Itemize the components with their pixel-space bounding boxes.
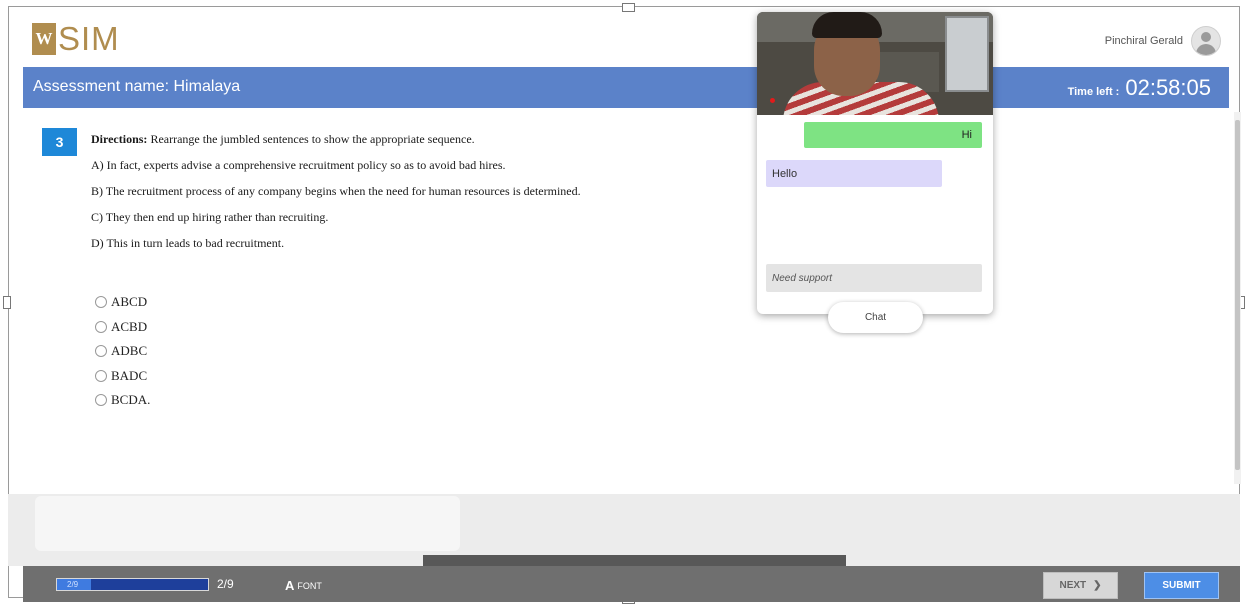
option-adbc[interactable]: ADBC	[95, 339, 150, 364]
user-profile[interactable]: Pinchiral Gerald	[1105, 26, 1221, 56]
time-left-value: 02:58:05	[1125, 75, 1211, 100]
option-acbd[interactable]: ACBD	[95, 315, 150, 340]
radio-button[interactable]	[95, 296, 107, 309]
font-size-button[interactable]: A FONT	[285, 578, 322, 593]
next-button[interactable]: NEXT ❯	[1043, 572, 1118, 599]
time-left-label: Time left :	[1067, 86, 1120, 98]
question-directions: Directions: Rearrange the jumbled senten…	[91, 133, 581, 146]
webcam-feed	[757, 12, 993, 115]
webcam-person-hair	[812, 12, 882, 38]
progress-count: 2/9	[217, 577, 234, 591]
footer-bar: 2/9 2/9 A FONT NEXT ❯ SUBMIT	[23, 566, 1240, 602]
sentence-d: D) This in turn leads to bad recruitment…	[91, 236, 285, 250]
sentence-a: A) In fact, experts advise a comprehensi…	[91, 158, 506, 172]
option-badc[interactable]: BADC	[95, 364, 150, 389]
radio-button[interactable]	[95, 394, 107, 407]
option-label: ACBD	[111, 318, 148, 334]
question-text: Directions: Rearrange the jumbled senten…	[91, 133, 581, 263]
option-bcda[interactable]: BCDA.	[95, 388, 150, 413]
chat-message-outgoing: Hi	[804, 122, 982, 148]
question-number-badge: 3	[42, 128, 77, 156]
option-label: ADBC	[111, 343, 148, 359]
webcam-background-window	[945, 16, 989, 92]
next-label: NEXT	[1059, 580, 1087, 591]
bottom-panel	[35, 496, 460, 551]
timer: Time left : 02:58:05	[1068, 75, 1211, 101]
directions-label: Directions:	[91, 132, 148, 146]
answer-options: ABCD ACBD ADBC BADC BCDA.	[95, 290, 150, 413]
option-label: BCDA.	[111, 392, 151, 408]
resize-handle-top[interactable]	[622, 3, 635, 12]
content-scrollbar[interactable]	[1234, 112, 1241, 484]
chat-message-incoming: Hello	[766, 160, 942, 187]
resize-handle-left[interactable]	[3, 296, 11, 309]
progress-bar-label: 2/9	[67, 580, 79, 589]
option-label: ABCD	[111, 294, 148, 310]
directions-text: Rearrange the jumbled sentences to show …	[147, 132, 475, 146]
logo-text: SIM	[58, 20, 120, 57]
assessment-bar: Assessment name: Himalaya Time left : 02…	[23, 67, 1229, 108]
chat-button[interactable]: Chat	[828, 302, 923, 333]
proctor-chat-panel: Hi Hello	[757, 12, 993, 314]
scrollbar-thumb[interactable]	[1235, 120, 1240, 470]
user-name: Pinchiral Gerald	[1104, 35, 1183, 47]
option-abcd[interactable]: ABCD	[95, 290, 150, 315]
logo-mark-icon: W	[32, 23, 56, 55]
font-label: FONT	[297, 580, 322, 591]
chat-input[interactable]	[766, 264, 982, 292]
sentence-b: B) The recruitment process of any compan…	[91, 184, 581, 198]
option-label: BADC	[111, 367, 148, 383]
radio-button[interactable]	[95, 369, 107, 382]
recording-indicator-icon	[770, 98, 775, 103]
radio-button[interactable]	[95, 345, 107, 358]
chevron-right-icon: ❯	[1093, 580, 1102, 591]
logo: W SIM	[32, 20, 120, 58]
assessment-name: Assessment name: Himalaya	[33, 78, 241, 95]
progress-bar: 2/9	[56, 578, 209, 591]
radio-button[interactable]	[95, 320, 107, 333]
sentence-c: C) They then end up hiring rather than r…	[91, 210, 329, 224]
submit-button[interactable]: SUBMIT	[1144, 572, 1219, 599]
user-avatar-icon[interactable]	[1191, 26, 1221, 56]
font-icon: A	[285, 578, 295, 593]
